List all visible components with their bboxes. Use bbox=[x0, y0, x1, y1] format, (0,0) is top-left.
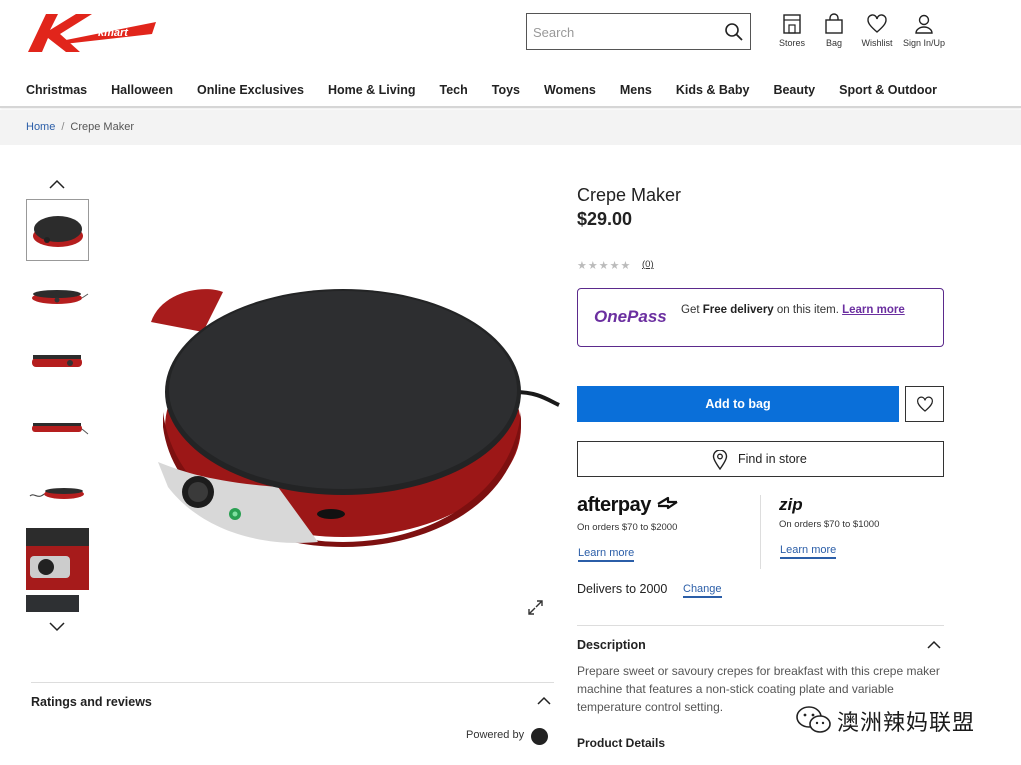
thumbnail-3[interactable] bbox=[26, 330, 89, 392]
powered-by-label: Powered by bbox=[466, 729, 525, 741]
nav-item-mens[interactable]: Mens bbox=[620, 83, 652, 101]
afterpay-arrows-icon bbox=[657, 496, 678, 510]
ratings-reviews-title: Ratings and reviews bbox=[31, 695, 152, 709]
kmart-logo[interactable]: kmart bbox=[28, 12, 156, 54]
breadcrumb-bar: Home / Crepe Maker bbox=[0, 110, 1021, 145]
chevron-up-icon[interactable] bbox=[47, 178, 67, 190]
heart-icon bbox=[867, 14, 887, 33]
add-to-bag-button[interactable]: Add to bag bbox=[577, 386, 899, 422]
bag-icon bbox=[825, 13, 843, 34]
thumbnail-2[interactable] bbox=[26, 264, 89, 326]
crepe-maker-thumbnail bbox=[32, 423, 89, 435]
crepe-maker-thumbnail bbox=[33, 216, 83, 247]
site-header: kmart Stores Bag Wishlist S bbox=[0, 0, 1021, 108]
thumbnail-4[interactable] bbox=[26, 396, 89, 458]
crepe-maker-thumbnail bbox=[32, 355, 82, 367]
breadcrumb: Home / Crepe Maker bbox=[26, 121, 134, 133]
search-input[interactable] bbox=[533, 20, 718, 44]
breadcrumb-home[interactable]: Home bbox=[26, 121, 55, 133]
crepe-maker-thumbnail bbox=[26, 595, 79, 612]
find-in-store-label: Find in store bbox=[738, 452, 807, 466]
thumbnail-5[interactable] bbox=[26, 462, 89, 524]
zip-logo: zip bbox=[779, 495, 803, 514]
product-title: Crepe Maker bbox=[577, 185, 682, 205]
location-pin-icon bbox=[712, 450, 728, 470]
main-nav: Christmas Halloween Online Exclusives Ho… bbox=[26, 83, 961, 101]
rating-count-link[interactable]: (0) bbox=[642, 259, 654, 270]
nav-item-sport-outdoor[interactable]: Sport & Outdoor bbox=[839, 83, 937, 101]
product-main-image[interactable] bbox=[143, 262, 560, 547]
crepe-maker-thumbnail bbox=[26, 528, 89, 590]
wechat-watermark: 澳洲辣妈联盟 bbox=[793, 703, 993, 737]
heart-icon bbox=[917, 396, 933, 412]
store-icon bbox=[783, 14, 801, 34]
zip-learn-more-link[interactable]: Learn more bbox=[780, 544, 837, 559]
nav-item-home-living[interactable]: Home & Living bbox=[328, 83, 416, 101]
star-rating: ★★★★★ bbox=[577, 260, 632, 272]
wishlist-toggle-button[interactable] bbox=[905, 386, 944, 422]
find-in-store-button[interactable]: Find in store bbox=[577, 441, 944, 477]
wishlist-button[interactable]: Wishlist bbox=[852, 13, 902, 57]
chevron-up-icon[interactable] bbox=[926, 640, 942, 650]
nav-item-womens[interactable]: Womens bbox=[544, 83, 596, 101]
afterpay-note: On orders $70 to $2000 bbox=[577, 522, 678, 533]
sign-in-button[interactable]: Sign In/Up bbox=[899, 13, 949, 57]
search-icon[interactable] bbox=[724, 22, 744, 42]
afterpay-logo: afterpay bbox=[577, 494, 681, 517]
onepass-logo: OnePass bbox=[594, 307, 667, 326]
nav-item-halloween[interactable]: Halloween bbox=[111, 83, 173, 101]
product-details-title[interactable]: Product Details bbox=[577, 736, 665, 750]
description-title: Description bbox=[577, 638, 646, 652]
nav-item-christmas[interactable]: Christmas bbox=[26, 83, 87, 101]
chevron-up-icon[interactable] bbox=[536, 696, 552, 706]
thumbnail-1[interactable] bbox=[26, 199, 89, 261]
onepass-banner: OnePass Get Free delivery on this item. … bbox=[577, 288, 944, 347]
user-icon bbox=[915, 14, 933, 34]
afterpay-learn-more-link[interactable]: Learn more bbox=[578, 547, 635, 562]
nav-item-kids-baby[interactable]: Kids & Baby bbox=[676, 83, 750, 101]
sign-in-label: Sign In/Up bbox=[902, 38, 946, 48]
description-accordion[interactable]: Description bbox=[577, 625, 944, 661]
search-box bbox=[526, 13, 751, 50]
ratings-reviews-section[interactable]: Ratings and reviews bbox=[31, 682, 554, 722]
onepass-text-bold: Free delivery bbox=[702, 304, 774, 316]
wechat-icon bbox=[796, 706, 831, 733]
review-provider-logo-icon bbox=[531, 728, 548, 745]
crepe-maker-thumbnail bbox=[29, 488, 84, 499]
crepe-maker-thumbnail bbox=[32, 290, 89, 304]
change-postcode-link[interactable]: Change bbox=[683, 583, 722, 598]
onepass-text-after: on this item. bbox=[773, 304, 843, 316]
thumbnail-6[interactable] bbox=[26, 528, 89, 590]
logo-wordmark: kmart bbox=[98, 27, 129, 39]
chevron-down-icon[interactable] bbox=[47, 621, 67, 633]
nav-item-online-exclusives[interactable]: Online Exclusives bbox=[197, 83, 304, 101]
nav-item-toys[interactable]: Toys bbox=[492, 83, 520, 101]
thumbnail-7[interactable] bbox=[26, 595, 89, 612]
onepass-message: Get Free delivery on this item. Learn mo… bbox=[681, 303, 921, 317]
product-price: $29.00 bbox=[577, 209, 633, 229]
onepass-text-before: Get bbox=[681, 304, 703, 316]
delivers-to-label: Delivers to 2000 bbox=[577, 582, 668, 596]
breadcrumb-current: Crepe Maker bbox=[70, 121, 134, 133]
wishlist-label: Wishlist bbox=[861, 38, 893, 48]
expand-icon[interactable] bbox=[527, 599, 544, 616]
watermark-text: 澳洲辣妈联盟 bbox=[837, 711, 976, 736]
nav-item-beauty[interactable]: Beauty bbox=[773, 83, 815, 101]
breadcrumb-separator: / bbox=[61, 121, 65, 133]
afterpay-wordmark: afterpay bbox=[577, 494, 651, 516]
zip-note: On orders $70 to $1000 bbox=[779, 519, 880, 530]
nav-item-tech[interactable]: Tech bbox=[439, 83, 467, 101]
payment-divider bbox=[760, 495, 761, 569]
onepass-learn-more-link[interactable]: Learn more bbox=[842, 304, 905, 316]
